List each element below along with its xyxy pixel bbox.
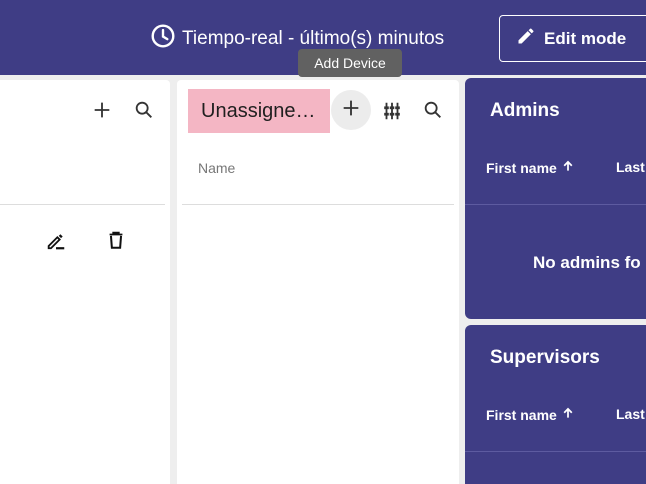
pencil-icon	[516, 26, 536, 51]
divider	[182, 204, 454, 205]
first-name-label: First name	[486, 406, 557, 423]
column-header-name[interactable]: Name	[198, 160, 235, 176]
column-header-first-name[interactable]: First name	[486, 159, 616, 176]
add-device-tooltip: Add Device	[298, 49, 402, 77]
plus-icon	[340, 97, 362, 124]
left-panel	[0, 80, 170, 484]
clock-icon	[150, 23, 176, 55]
admins-title: Admins	[490, 100, 560, 121]
admins-panel: Admins First name Last No admins fo	[465, 78, 646, 319]
unassigned-chip-label: Unassigne…	[201, 99, 316, 122]
devices-panel: Unassigne… Name	[177, 80, 459, 484]
add-icon[interactable]	[90, 98, 114, 122]
column-header-first-name[interactable]: First name	[486, 406, 616, 423]
column-header-last-name[interactable]: Last	[616, 159, 645, 176]
divider	[465, 204, 646, 205]
arrow-up-icon	[561, 159, 575, 176]
first-name-label: First name	[486, 159, 557, 176]
divider	[465, 451, 646, 452]
supervisors-title: Supervisors	[490, 347, 600, 368]
column-filter-icon[interactable]	[380, 99, 404, 123]
admins-column-headers: First name Last	[486, 159, 645, 176]
edit-mode-button[interactable]: Edit mode	[499, 15, 646, 62]
arrow-up-icon	[561, 406, 575, 423]
unassigned-filter-chip[interactable]: Unassigne…	[188, 89, 330, 133]
supervisors-column-headers: First name Last	[486, 406, 645, 423]
edit-mode-label: Edit mode	[544, 28, 627, 48]
edit-pencil-icon[interactable]	[42, 226, 70, 254]
search-icon[interactable]	[421, 98, 445, 122]
search-icon[interactable]	[132, 98, 156, 122]
add-device-button[interactable]	[331, 90, 371, 130]
column-header-last-name[interactable]: Last	[616, 406, 645, 423]
divider	[0, 204, 165, 205]
supervisors-panel: Supervisors First name Last	[465, 325, 646, 484]
time-window-label: Tiempo-real - último(s) minutos	[182, 28, 445, 49]
trash-icon[interactable]	[104, 226, 128, 254]
admins-empty-message: No admins fo	[533, 253, 641, 272]
